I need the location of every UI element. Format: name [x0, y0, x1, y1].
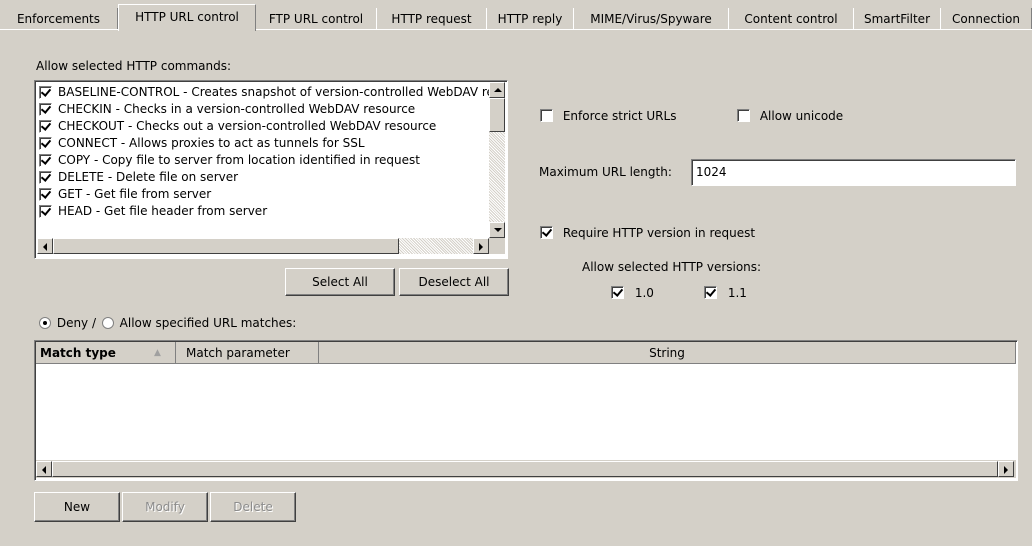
- command-item[interactable]: HEAD - Get file header from server: [37, 203, 489, 220]
- command-item[interactable]: CONNECT - Allows proxies to act as tunne…: [37, 135, 489, 152]
- tab-mime-virus-spyware[interactable]: MIME/Virus/Spyware: [573, 8, 729, 30]
- commands-hscrollbar[interactable]: [37, 238, 489, 254]
- column-header-match-parameter[interactable]: Match parameter: [176, 342, 319, 364]
- http-version-1-0-label: 1.0: [634, 285, 654, 300]
- allow-radio[interactable]: [101, 316, 114, 329]
- deselect-all-button[interactable]: Deselect All: [399, 268, 509, 296]
- scroll-right-arrow-icon[interactable]: [998, 461, 1014, 477]
- command-item[interactable]: DELETE - Delete file on server: [37, 169, 489, 186]
- command-label: CHECKOUT - Checks out a version-controll…: [58, 119, 437, 133]
- command-label: COPY - Copy file to server from location…: [58, 153, 420, 167]
- command-item[interactable]: CHECKOUT - Checks out a version-controll…: [37, 118, 489, 135]
- command-label: CHECKIN - Checks in a version-controlled…: [58, 102, 416, 116]
- command-checkbox[interactable]: [39, 103, 52, 116]
- scroll-right-arrow-icon[interactable]: [473, 238, 489, 254]
- http-version-1-1-label: 1.1: [727, 285, 747, 300]
- command-label: GET - Get file from server: [58, 187, 212, 201]
- command-item[interactable]: GET - Get file from server: [37, 186, 489, 203]
- allow-unicode-checkbox[interactable]: [737, 109, 750, 122]
- require-http-version-label: Require HTTP version in request: [562, 225, 756, 240]
- command-checkbox[interactable]: [39, 137, 52, 150]
- tab-bar: Enforcements HTTP URL control FTP URL co…: [0, 0, 1032, 31]
- scroll-thumb[interactable]: [53, 238, 399, 254]
- http-commands-list[interactable]: BASELINE-CONTROL - Creates snapshot of v…: [34, 80, 508, 259]
- command-checkbox[interactable]: [39, 205, 52, 218]
- deny-radio[interactable]: [39, 316, 51, 329]
- scroll-track[interactable]: [489, 132, 505, 222]
- table-body[interactable]: [36, 364, 1016, 460]
- scroll-corner: [489, 238, 505, 254]
- scroll-track[interactable]: [399, 238, 473, 254]
- scroll-thumb[interactable]: [489, 98, 505, 132]
- sort-ascending-icon: ▲: [154, 348, 161, 358]
- http-versions-label: Allow selected HTTP versions:: [582, 260, 762, 274]
- max-url-length-input[interactable]: 1024: [691, 159, 1016, 186]
- select-all-button[interactable]: Select All: [285, 268, 395, 296]
- tab-ftp-url-control[interactable]: FTP URL control: [255, 8, 377, 30]
- http-version-1-0-checkbox[interactable]: [611, 286, 624, 299]
- allow-unicode-option[interactable]: Allow unicode: [737, 108, 843, 123]
- column-header-label: Match type: [40, 346, 116, 360]
- command-checkbox[interactable]: [39, 171, 52, 184]
- command-label: HEAD - Get file header from server: [58, 204, 268, 218]
- command-checkbox[interactable]: [39, 86, 52, 99]
- delete-button[interactable]: Delete: [210, 492, 296, 522]
- http-version-1-0-option[interactable]: 1.0: [611, 285, 654, 300]
- modify-button[interactable]: Modify: [122, 492, 208, 522]
- commands-vscrollbar[interactable]: [489, 82, 505, 238]
- http-version-1-1-checkbox[interactable]: [704, 286, 717, 299]
- commands-label: Allow selected HTTP commands:: [36, 59, 232, 73]
- tab-http-request[interactable]: HTTP request: [376, 8, 487, 30]
- command-item[interactable]: BASELINE-CONTROL - Creates snapshot of v…: [37, 84, 489, 101]
- column-header-string[interactable]: String: [319, 342, 1016, 364]
- table-header: Match type ▲ Match parameter String: [36, 342, 1016, 364]
- url-matches-table[interactable]: Match type ▲ Match parameter String: [34, 340, 1018, 481]
- scroll-down-arrow-icon[interactable]: [489, 222, 505, 238]
- command-label: DELETE - Delete file on server: [58, 170, 239, 184]
- max-url-length-value: 1024: [696, 165, 727, 179]
- tab-content-control[interactable]: Content control: [728, 8, 854, 30]
- tab-enforcements[interactable]: Enforcements: [0, 8, 118, 30]
- table-hscrollbar[interactable]: [36, 460, 1016, 478]
- http-version-1-1-option[interactable]: 1.1: [704, 285, 747, 300]
- command-item[interactable]: CHECKIN - Checks in a version-controlled…: [37, 101, 489, 118]
- column-header-label: String: [649, 346, 685, 360]
- new-button[interactable]: New: [34, 492, 120, 522]
- require-http-version-checkbox[interactable]: [540, 226, 553, 239]
- allow-label: Allow specified URL matches:: [119, 315, 297, 330]
- deny-label: Deny /: [56, 315, 97, 330]
- command-checkbox[interactable]: [39, 154, 52, 167]
- tab-smartfilter[interactable]: SmartFilter: [853, 8, 941, 30]
- command-checkbox[interactable]: [39, 120, 52, 133]
- tab-http-reply[interactable]: HTTP reply: [486, 8, 574, 30]
- require-http-version-option[interactable]: Require HTTP version in request: [540, 225, 755, 240]
- url-match-mode: Deny / Allow specified URL matches:: [39, 315, 296, 330]
- command-label: BASELINE-CONTROL - Creates snapshot of v…: [58, 85, 489, 99]
- column-header-label: Match parameter: [186, 346, 290, 360]
- scroll-left-arrow-icon[interactable]: [36, 461, 52, 477]
- allow-unicode-label: Allow unicode: [759, 108, 844, 123]
- enforce-strict-urls-label: Enforce strict URLs: [562, 108, 677, 123]
- tab-http-url-control[interactable]: HTTP URL control: [118, 4, 256, 31]
- tab-connection[interactable]: Connection: [940, 8, 1032, 30]
- command-item[interactable]: COPY - Copy file to server from location…: [37, 152, 489, 169]
- scroll-up-arrow-icon[interactable]: [489, 82, 505, 98]
- enforce-strict-urls-checkbox[interactable]: [540, 109, 553, 122]
- command-label: CONNECT - Allows proxies to act as tunne…: [58, 136, 365, 150]
- enforce-strict-urls-option[interactable]: Enforce strict URLs: [540, 108, 676, 123]
- scroll-left-arrow-icon[interactable]: [37, 238, 53, 254]
- max-url-length-label: Maximum URL length:: [539, 165, 672, 179]
- scroll-thumb[interactable]: [52, 461, 998, 477]
- column-header-match-type[interactable]: Match type ▲: [36, 342, 176, 364]
- command-checkbox[interactable]: [39, 188, 52, 201]
